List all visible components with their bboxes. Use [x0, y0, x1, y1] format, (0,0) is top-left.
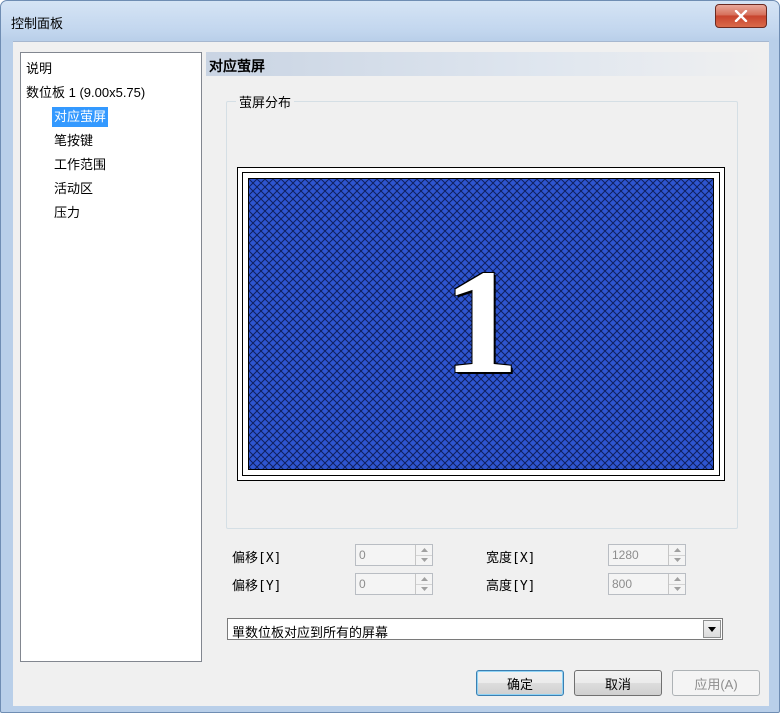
width-x-label: 宽度[X] [486, 551, 536, 566]
mapping-mode-value: 單数位板对应到所有的屏幕 [232, 625, 389, 640]
mapping-mode-select[interactable]: 單数位板对应到所有的屏幕 [227, 618, 723, 640]
spin-down-icon[interactable] [416, 555, 432, 565]
apply-button[interactable]: 应用(A) [672, 670, 760, 696]
tree-item-pen-buttons[interactable]: 笔按键 [52, 131, 95, 151]
spin-down-icon[interactable] [669, 555, 685, 565]
page-header: 对应萤屏 [206, 52, 766, 76]
page-title: 对应萤屏 [209, 58, 265, 74]
height-y-spinner[interactable]: 800 [608, 573, 686, 595]
title-bar[interactable]: 控制面板 [1, 1, 779, 41]
ok-button[interactable]: 确定 [476, 670, 564, 696]
offset-y-spinner[interactable]: 0 [355, 573, 433, 595]
offset-x-spinner[interactable]: 0 [355, 544, 433, 566]
offset-y-label: 偏移[Y] [232, 579, 282, 594]
window-title: 控制面板 [11, 16, 64, 31]
screen-layout-label: 萤屏分布 [236, 92, 295, 111]
cancel-button[interactable]: 取消 [574, 670, 662, 696]
width-x-spinner[interactable]: 1280 [608, 544, 686, 566]
tree-item-description[interactable]: 说明 [24, 59, 54, 79]
spin-down-icon[interactable] [416, 584, 432, 594]
width-x-value: 1280 [612, 548, 639, 562]
tree-item-screen-mapping[interactable]: 对应萤屏 [52, 107, 109, 127]
tree-item-pressure[interactable]: 压力 [52, 203, 82, 223]
tree-item-tablet[interactable]: 数位板 1 (9.00x5.75) [24, 83, 147, 103]
offset-x-label: 偏移[X] [232, 551, 282, 566]
monitor-screen[interactable]: 1 [248, 178, 714, 470]
tree-item-active-area[interactable]: 活动区 [52, 179, 95, 199]
offset-x-value: 0 [359, 548, 366, 562]
offset-y-value: 0 [359, 577, 366, 591]
chevron-down-icon[interactable] [703, 620, 721, 638]
spin-down-icon[interactable] [669, 584, 685, 594]
settings-tree[interactable]: 说明 数位板 1 (9.00x5.75) 对应萤屏 笔按键 工作范围 活动区 压… [20, 52, 202, 662]
close-button[interactable] [715, 4, 767, 28]
monitor-number: 1 [443, 239, 519, 405]
tree-item-work-area[interactable]: 工作范围 [52, 155, 108, 175]
close-icon [734, 10, 748, 22]
height-y-label: 高度[Y] [486, 579, 536, 594]
height-y-value: 800 [612, 577, 633, 591]
